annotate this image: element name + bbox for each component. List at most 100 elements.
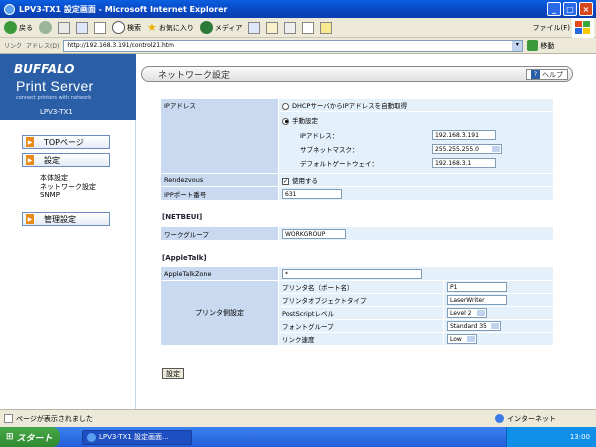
back-arrow-icon — [4, 21, 17, 34]
page-content: BUFFALO Print Server connect printers wi… — [0, 54, 596, 409]
submit-button[interactable]: 設定 — [162, 368, 184, 379]
search-button[interactable]: 検索 — [112, 21, 141, 34]
appletalk-table: AppleTalkZone * プリンタ側設定 プリンタ名（ポート名） P1 プ… — [160, 266, 554, 346]
media-icon — [199, 21, 213, 34]
ps-level-cell: Level 2 — [443, 306, 554, 320]
link-speed-cell: Low — [443, 332, 554, 346]
sidebar: BUFFALO Print Server connect printers wi… — [0, 54, 136, 409]
browser-toolbar: 戻る 検索 ★ お気に入り メディア — [0, 18, 596, 38]
dhcp-row[interactable]: DHCPサーバからIPアドレスを自動取得 — [278, 98, 554, 112]
dhcp-radio[interactable] — [282, 102, 289, 110]
workgroup-label: ワークグループ — [160, 226, 279, 241]
go-arrow-icon — [527, 40, 539, 51]
workgroup-input[interactable]: WORKGROUP — [282, 228, 346, 239]
window-titlebar: LPV3-TX1 設定画面 - Microsoft Internet Explo… — [0, 0, 596, 18]
start-button[interactable]: ⊞ スタート — [0, 427, 60, 447]
search-icon — [112, 21, 125, 34]
file-menu[interactable]: ファイル(F) — [533, 23, 571, 33]
minimize-button[interactable]: _ — [547, 2, 561, 16]
buffalo-logo: BUFFALO — [14, 62, 75, 76]
printer-settings-label: プリンタ側設定 — [160, 280, 279, 346]
subnet-label: サブネットマスク： — [300, 146, 359, 154]
printer-name-label: プリンタ名（ポート名） — [278, 280, 444, 294]
clock: 13:00 — [569, 433, 590, 441]
taskbar-item-ie[interactable]: LPV3-TX1 設定画面... — [82, 429, 192, 445]
nav-admin[interactable]: ▶ 管理設定 — [22, 212, 110, 226]
nav-top-page[interactable]: ▶ TOPページ — [22, 135, 110, 149]
forward-arrow-icon — [39, 21, 52, 34]
printer-type-label: プリンタオブジェクトタイプ — [278, 293, 444, 307]
product-tagline: connect printers with network — [16, 95, 92, 101]
font-group-cell: Standard 35 — [443, 319, 554, 333]
ie-icon — [87, 432, 96, 442]
netbeui-table: ワークグループ WORKGROUP — [160, 226, 554, 241]
folder-icon[interactable] — [320, 21, 333, 34]
link-speed-label: リンク速度 — [278, 332, 444, 346]
star-icon: ★ — [147, 21, 157, 34]
favorites-button[interactable]: ★ お気に入り — [147, 21, 194, 34]
arrow-right-icon: ▶ — [26, 137, 34, 147]
ip-addr-input[interactable]: 192.168.3.191 — [432, 130, 496, 140]
nav-sub-snmp[interactable]: SNMP — [40, 191, 60, 199]
ie-icon — [4, 3, 15, 15]
ip-address-section-label: IPアドレス — [160, 98, 279, 174]
zone-row: * — [278, 266, 554, 281]
go-button[interactable]: 移動 — [527, 40, 554, 51]
subnet-select[interactable]: 255.255.255.0 — [432, 144, 502, 154]
page-header: ネットワーク設定 ? ヘルプ — [141, 66, 573, 82]
address-input[interactable]: http://192.168.3.191/control21.htm ▾ — [63, 39, 524, 52]
printer-name-cell: P1 — [443, 280, 554, 294]
model-name: LPV3-TX1 — [40, 108, 73, 116]
gateway-input[interactable]: 192.168.3.1 — [432, 158, 496, 168]
mail-icon[interactable] — [266, 21, 279, 34]
windows-flag-icon: ⊞ — [6, 432, 14, 442]
close-button[interactable]: × — [579, 2, 593, 16]
back-button[interactable]: 戻る — [4, 21, 33, 34]
rendezvous-checkbox[interactable]: ✓ — [282, 177, 289, 185]
url-text: http://192.168.3.191/control21.htm — [67, 42, 174, 49]
edit-icon[interactable] — [302, 21, 315, 34]
window-title: LPV3-TX1 設定画面 - Microsoft Internet Explo… — [19, 4, 228, 14]
zone-indicator: インターネット — [495, 414, 556, 424]
ip-addr-label: IPアドレス： — [300, 132, 339, 140]
ip-settings-table: IPアドレス DHCPサーバからIPアドレスを自動取得 手動設定 IPアドレス：… — [160, 98, 554, 201]
chevron-down-icon[interactable]: ▾ — [512, 40, 523, 51]
main-panel: ネットワーク設定 ? ヘルプ IPアドレス DHCPサーバからIPアドレスを自動取… — [136, 54, 596, 409]
page-title: ネットワーク設定 — [158, 70, 231, 81]
page-icon — [4, 414, 13, 423]
ipp-port-label: IPPポート番号 — [160, 186, 279, 201]
forward-button[interactable] — [39, 21, 52, 34]
nav-settings[interactable]: ▶ 設定 — [22, 153, 110, 167]
printer-name-input[interactable]: P1 — [447, 282, 507, 292]
rendezvous-row: ✓ 使用する — [278, 173, 554, 187]
printer-type-input[interactable]: LaserWriter — [447, 295, 507, 305]
manual-row: 手動設定 IPアドレス： 192.168.3.191 サブネットマスク： 255.2… — [278, 111, 554, 174]
manual-radio[interactable] — [282, 117, 289, 125]
refresh-icon[interactable] — [76, 21, 88, 34]
printer-type-cell: LaserWriter — [443, 293, 554, 307]
maximize-button[interactable]: □ — [563, 2, 577, 16]
home-icon[interactable] — [94, 21, 106, 34]
status-text: ページが表示されました — [16, 414, 93, 423]
system-tray: 13:00 — [506, 427, 596, 447]
ipp-port-input[interactable]: 631 — [282, 188, 342, 199]
address-bar: リンク アドレス(D) http://192.168.3.191/control… — [0, 38, 596, 54]
stop-icon[interactable] — [58, 21, 70, 34]
font-group-select[interactable]: Standard 35 — [447, 321, 501, 331]
netbeui-heading: [NETBEUI] — [162, 213, 203, 221]
zone-input[interactable]: * — [282, 268, 422, 279]
media-button[interactable]: メディア — [199, 21, 242, 34]
ps-level-select[interactable]: Level 2 — [447, 308, 487, 318]
links-label[interactable]: リンク — [4, 41, 22, 50]
globe-icon — [495, 414, 504, 423]
windows-logo-icon — [572, 18, 594, 38]
print-icon[interactable] — [284, 21, 297, 34]
taskbar: ⊞ スタート LPV3-TX1 設定画面... 13:00 — [0, 427, 596, 447]
help-button[interactable]: ? ヘルプ — [526, 69, 568, 80]
zone-label: AppleTalkZone — [160, 266, 279, 281]
history-icon[interactable] — [248, 21, 261, 34]
arrow-right-icon: ▶ — [26, 214, 34, 224]
rendezvous-label: Rendezvous — [160, 173, 279, 187]
gateway-label: デフォルトゲートウェイ： — [300, 160, 378, 168]
link-speed-select[interactable]: Low — [447, 334, 477, 344]
